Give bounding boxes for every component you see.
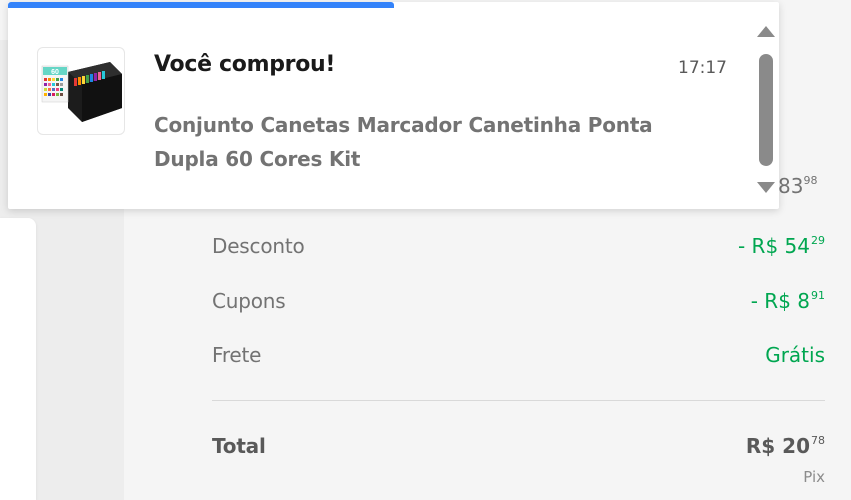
coupons-label: Cupons bbox=[212, 289, 286, 313]
marker-set-product-image[interactable]: 60 bbox=[37, 47, 125, 135]
coupons-row: Cupons - R$ 8 91 bbox=[212, 286, 825, 316]
notification-scrollbar[interactable] bbox=[756, 22, 776, 202]
shipping-row: Frete Grátis bbox=[212, 340, 825, 370]
total-label: Total bbox=[212, 434, 266, 458]
purchase-notification[interactable]: 60 Você comprou! 17:17 Conjunto Canetas … bbox=[8, 2, 779, 209]
shipping-label: Frete bbox=[212, 343, 262, 367]
discount-value: - R$ 54 29 bbox=[737, 234, 825, 258]
subtotal-price-partial: 83 98 bbox=[778, 174, 818, 198]
scroll-down-arrow-icon[interactable] bbox=[757, 182, 775, 193]
notification-progress-bar bbox=[8, 2, 394, 8]
shipping-value: Grátis bbox=[765, 343, 825, 367]
total-row: Total R$ 20 78 bbox=[212, 431, 825, 461]
coupons-value: - R$ 8 91 bbox=[750, 289, 825, 313]
scroll-up-arrow-icon[interactable] bbox=[757, 26, 775, 37]
scroll-thumb[interactable] bbox=[759, 54, 773, 166]
product-image-badge: 60 bbox=[51, 69, 59, 76]
total-value: R$ 20 78 bbox=[745, 434, 825, 458]
discount-row: Desconto - R$ 54 29 bbox=[212, 231, 825, 261]
left-content-card bbox=[0, 218, 36, 500]
notification-time: 17:17 bbox=[678, 58, 727, 78]
notification-title: Você comprou! bbox=[154, 52, 336, 77]
discount-label: Desconto bbox=[212, 234, 305, 258]
payment-method-label: Pix bbox=[803, 468, 825, 486]
notification-product-name[interactable]: Conjunto Canetas Marcador Canetinha Pont… bbox=[154, 108, 714, 176]
summary-divider bbox=[212, 400, 825, 401]
